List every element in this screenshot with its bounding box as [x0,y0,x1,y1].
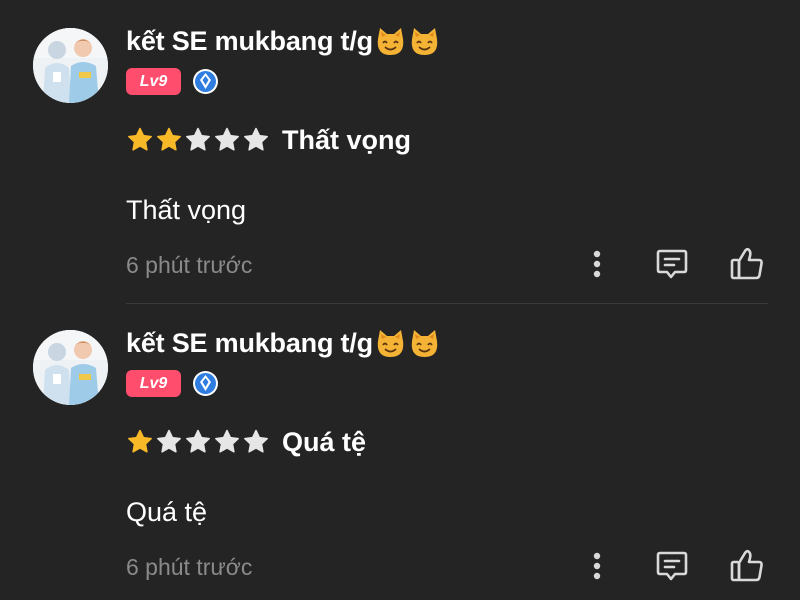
star-empty-icon [242,428,270,456]
star-empty-icon [184,126,212,154]
more-options-button[interactable] [575,544,619,588]
rating-row: Thất vọng [126,120,411,160]
more-options-button[interactable] [575,242,619,286]
thumbs-up-icon [730,247,763,280]
avatar[interactable] [33,330,108,405]
username[interactable]: kết SE mukbang t/g [126,26,373,57]
star-filled-icon [126,428,154,456]
avatar[interactable] [33,28,108,103]
rating-row: Quá tệ [126,422,366,462]
star-rating [126,126,271,154]
comment-item: kết SE mukbang t/g [0,0,800,304]
diamond-badge-icon [192,370,219,397]
cat-face-icon [374,25,407,58]
comment-text: Quá tệ [126,497,208,527]
cat-face-icon [374,327,407,360]
username-row: kết SE mukbang t/g [126,326,441,360]
timestamp: 6 phút trước [126,554,253,580]
star-empty-icon [213,428,241,456]
comment-item: kết SE mukbang t/g [0,302,800,600]
star-filled-icon [126,126,154,154]
user-badges: Lv9 [126,67,219,95]
username-row: kết SE mukbang t/g [126,24,441,58]
like-button[interactable] [725,544,769,588]
comment-text: Thất vọng [126,195,247,225]
cat-face-icon [408,25,441,58]
star-empty-icon [213,126,241,154]
timestamp: 6 phút trước [126,252,253,278]
level-badge: Lv9 [126,67,181,95]
star-filled-icon [155,126,183,154]
thumbs-up-icon [730,549,763,582]
more-vertical-icon [593,552,601,580]
user-badges: Lv9 [126,369,219,397]
star-rating [126,428,271,456]
comment-feed: kết SE mukbang t/g Lv9 Thất vọng Thất vọ… [0,0,800,600]
comment-icon [656,249,688,279]
comment-icon [656,551,688,581]
star-empty-icon [155,428,183,456]
star-empty-icon [184,428,212,456]
more-vertical-icon [593,250,601,278]
like-button[interactable] [725,242,769,286]
diamond-badge-icon [192,68,219,95]
cat-face-icon [408,327,441,360]
username[interactable]: kết SE mukbang t/g [126,328,373,359]
level-badge: Lv9 [126,369,181,397]
reply-button[interactable] [650,242,694,286]
rating-label: Quá tệ [282,426,367,457]
reply-button[interactable] [650,544,694,588]
star-empty-icon [242,126,270,154]
rating-label: Thất vọng [282,124,411,155]
